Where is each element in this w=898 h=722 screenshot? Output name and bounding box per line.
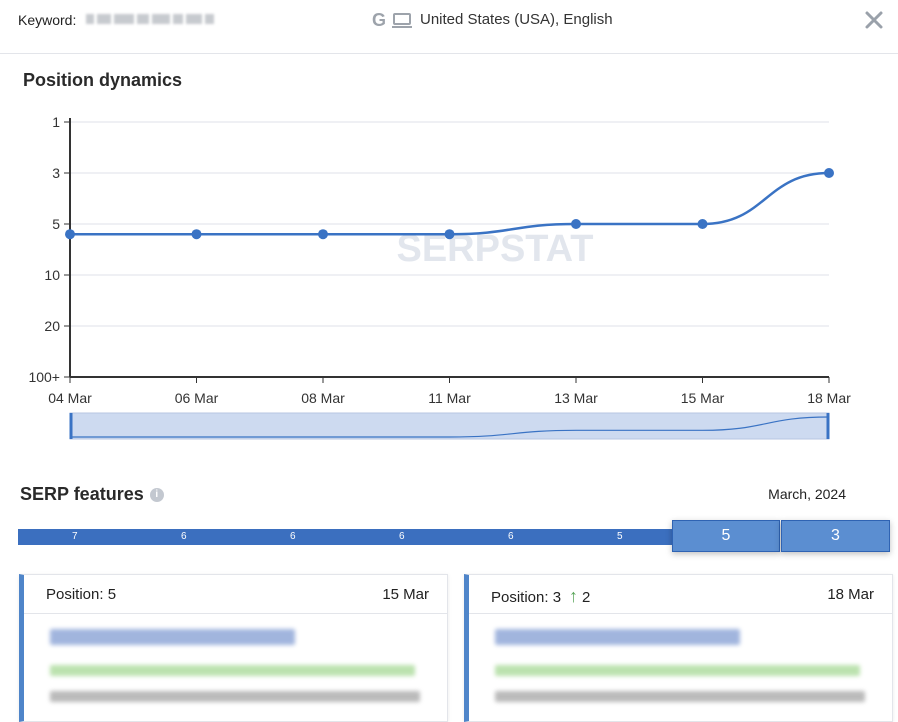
keyword-label: Keyword: [18, 12, 77, 28]
region-label: United States (USA), English [420, 11, 613, 28]
result-title-blurred[interactable] [50, 629, 295, 645]
serp-features-label: SERP features [20, 484, 144, 504]
data-point [318, 229, 328, 240]
result-description-blurred [50, 691, 420, 702]
data-point [697, 219, 708, 229]
result-description-blurred [495, 691, 865, 702]
search-engine: G [372, 10, 412, 31]
card-header: Position: 3 ↑ 2 18 Mar [469, 575, 892, 614]
y-tick-label: 10 [44, 267, 60, 283]
x-tick-label: 06 Mar [175, 390, 219, 406]
position-chart: 1 3 5 10 20 100+ 04 Mar 06 Mar 08 Mar 11 Mar 13 Ma… [28, 114, 851, 440]
google-icon: G [372, 10, 387, 30]
result-url-blurred [50, 665, 415, 676]
month-label: March, 2024 [768, 486, 846, 502]
position-change: 2 [582, 589, 591, 606]
x-tick-label: 11 Mar [428, 390, 471, 406]
x-tick-label: 08 Mar [301, 390, 345, 406]
position-dynamics-title: Position dynamics [23, 70, 183, 90]
serp-card-1[interactable]: Position: 5 15 Mar [19, 574, 448, 722]
keyword-value-blurred [86, 14, 246, 26]
data-point [824, 168, 834, 178]
desktop-icon [392, 12, 412, 28]
serp-timeline[interactable]: 7 6 6 6 6 5 [18, 529, 672, 545]
timeline-tick-label[interactable]: 5 [617, 531, 623, 542]
modal-header: Keyword: G United States (USA), English [0, 0, 898, 54]
y-tick-label: 100+ [28, 369, 60, 385]
card-position: Position: 3 ↑ 2 [491, 586, 590, 607]
card-position: Position: 5 [46, 586, 117, 603]
series-line [69, 171, 830, 236]
card-header: Position: 5 15 Mar [24, 575, 447, 614]
card-date: 18 Mar [827, 586, 874, 603]
timeline-tick-label[interactable]: 6 [399, 531, 405, 542]
x-tick-label: 04 Mar [48, 390, 92, 406]
card-position-label: Position: 3 [491, 589, 562, 606]
data-point [444, 229, 455, 240]
timeline-selected-2[interactable]: 3 [781, 520, 890, 552]
data-point [65, 229, 75, 240]
x-tick-label: 18 Mar [807, 390, 851, 406]
serp-features-title: SERP features i [20, 484, 164, 505]
y-tick-label: 5 [52, 216, 60, 232]
timeline-tick-label[interactable]: 7 [72, 531, 78, 542]
timeline-tick-label[interactable]: 6 [290, 531, 296, 542]
result-title-blurred[interactable] [495, 629, 740, 645]
info-icon[interactable]: i [149, 488, 164, 503]
timeline-tick-label[interactable]: 6 [508, 531, 514, 542]
y-tick-label: 1 [52, 114, 60, 130]
x-tick-label: 13 Mar [554, 390, 598, 406]
result-url-blurred [495, 665, 860, 676]
range-navigator [69, 412, 830, 440]
timeline-selected-1[interactable]: 5 [672, 520, 780, 552]
serp-card-2[interactable]: Position: 3 ↑ 2 18 Mar [464, 574, 893, 722]
arrow-up-icon: ↑ [569, 586, 579, 606]
x-tick-label: 15 Mar [681, 390, 725, 406]
y-tick-label: 20 [44, 318, 60, 334]
close-icon[interactable] [862, 8, 886, 32]
timeline-tick-label[interactable]: 6 [181, 531, 187, 542]
y-tick-label: 3 [52, 165, 60, 181]
card-date: 15 Mar [382, 586, 429, 603]
data-point [571, 219, 581, 229]
data-point [191, 229, 202, 240]
